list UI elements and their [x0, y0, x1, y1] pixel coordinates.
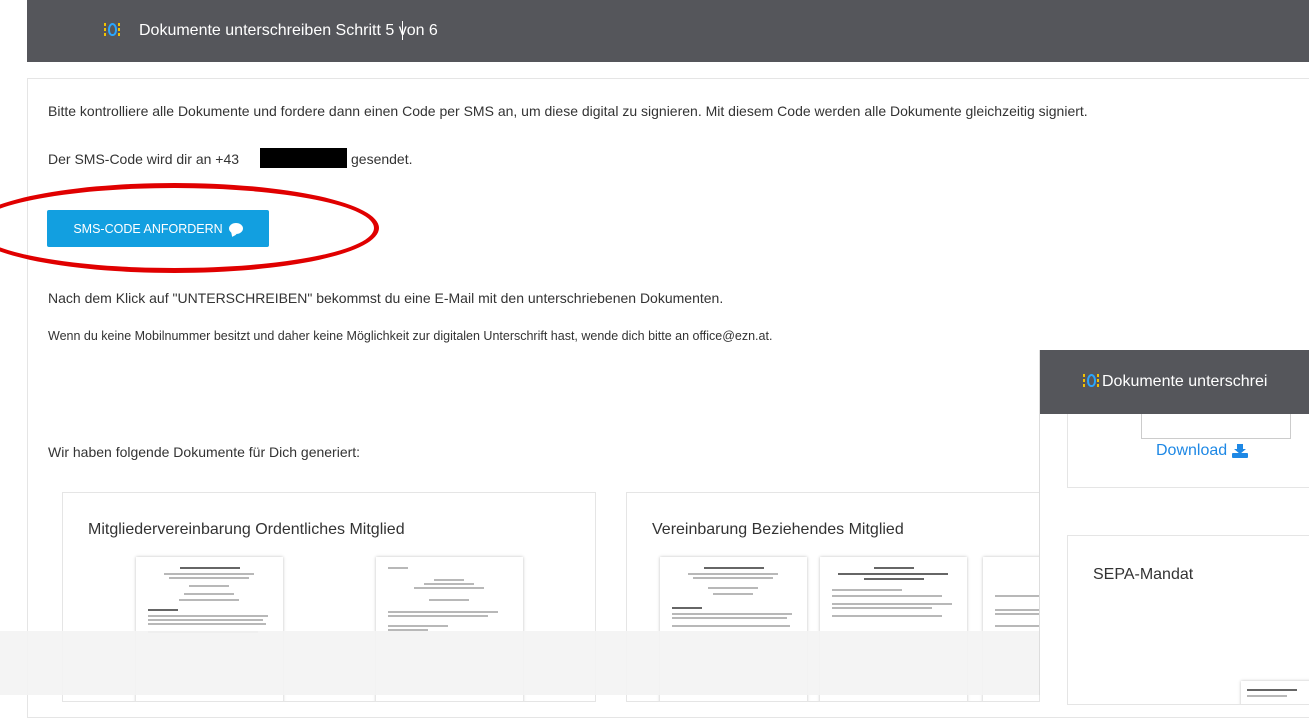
bottom-fade-overlay: [0, 631, 1040, 695]
text-cursor: [402, 21, 403, 40]
intro-text: Bitte kontrolliere alle Dokumente und fo…: [48, 103, 1088, 119]
page-title: Dokumente unterschreiben Schritt 5 von 6: [139, 22, 438, 39]
download-icon: [1232, 444, 1249, 458]
sms-info-prefix: Der SMS-Code wird dir an +43: [48, 151, 240, 167]
sepa-title: SEPA-Mandat: [1093, 566, 1194, 583]
after-click-text: Nach dem Klick auf "UNTERSCHREIBEN" beko…: [48, 290, 724, 306]
document-title: Vereinbarung Beziehendes Mitglied: [652, 521, 904, 538]
lightbulb-icon: [1083, 373, 1099, 391]
document-preview-page[interactable]: [1141, 414, 1291, 439]
lightbulb-icon: [104, 22, 120, 40]
no-mobile-text: Wenn du keine Mobilnummer besitzt und da…: [48, 329, 773, 343]
document-title: Mitgliedervereinbarung Ordentliches Mitg…: [88, 521, 405, 538]
download-label: Download: [1156, 442, 1228, 459]
overlay-header-bar: Dokumente unterschrei: [1040, 350, 1309, 414]
download-link[interactable]: Download: [1156, 442, 1249, 460]
document-preview-page[interactable]: [1241, 681, 1309, 704]
generated-documents-heading: Wir haben folgende Dokumente für Dich ge…: [48, 444, 361, 460]
overlay-title: Dokumente unterschrei: [1102, 373, 1268, 390]
sms-info: Der SMS-Code wird dir an +43: [48, 151, 239, 167]
redacted-phone-number: [260, 148, 347, 168]
header-bar: Dokumente unterschreiben Schritt 5 von 6: [27, 0, 1309, 62]
sms-info-suffix: gesendet.: [351, 151, 413, 167]
sepa-mandate-card[interactable]: SEPA-Mandat: [1067, 535, 1309, 705]
